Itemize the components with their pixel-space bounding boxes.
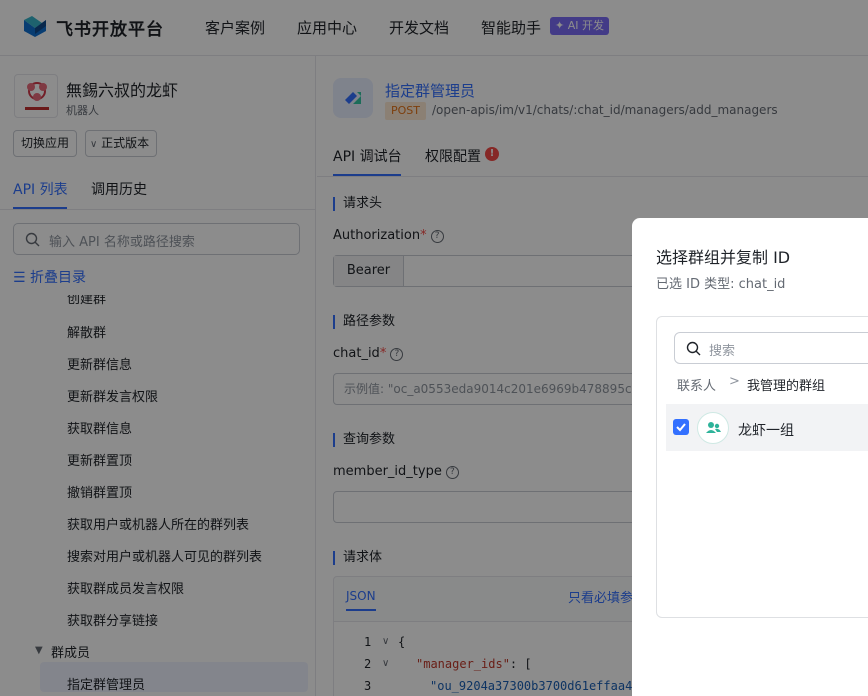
group-search-input[interactable]: 搜索 <box>674 332 868 364</box>
modal-title: 选择群组并复制 ID <box>656 248 791 267</box>
checkbox-checked-icon[interactable] <box>673 419 689 435</box>
group-users-icon <box>706 422 721 433</box>
select-group-modal: 选择群组并复制 ID 已选 ID 类型: chat_id 搜索 联系人 > 我管… <box>632 218 868 696</box>
modal-subtitle: 已选 ID 类型: chat_id <box>656 277 786 292</box>
breadcrumb-my-groups: 我管理的群组 <box>747 379 826 394</box>
group-name: 龙虾一组 <box>738 423 794 439</box>
search-icon <box>686 341 701 356</box>
group-search-placeholder: 搜索 <box>709 344 736 359</box>
group-picker: 搜索 联系人 > 我管理的群组 龙虾一组 <box>656 316 868 618</box>
breadcrumb-separator: > <box>729 374 740 389</box>
group-avatar <box>697 412 729 444</box>
breadcrumb-contacts[interactable]: 联系人 <box>677 375 716 394</box>
group-list-item[interactable]: 龙虾一组 <box>666 404 868 451</box>
